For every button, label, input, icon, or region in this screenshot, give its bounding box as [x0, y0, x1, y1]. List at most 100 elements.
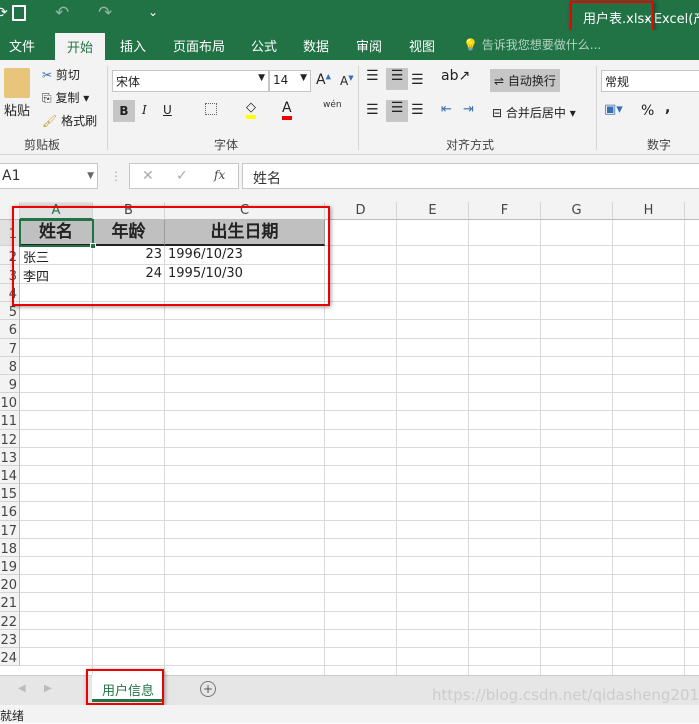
tab-view[interactable]: 视图	[409, 36, 435, 55]
row-header-23[interactable]: 23	[0, 629, 20, 648]
formula-bar-options-icon[interactable]: ⋮	[110, 169, 122, 183]
increase-indent-icon[interactable]: ⇥	[463, 102, 474, 117]
copy-label: 复制	[55, 91, 80, 105]
wrap-label: 自动换行	[507, 74, 556, 88]
accounting-format-icon[interactable]: ▣▾	[604, 102, 623, 117]
copy-icon: ⎘	[42, 91, 52, 105]
font-size-select[interactable]: 14 ▼	[269, 70, 311, 92]
row-header-7[interactable]: 7	[0, 338, 20, 357]
row-header-11[interactable]: 11	[0, 411, 20, 430]
tab-formulas[interactable]: 公式	[251, 36, 277, 55]
status-text: 就绪	[0, 709, 25, 723]
ribbon: 粘贴 ✂ 剪切 ⎘ 复制 ▾ 🖌 格式刷 剪贴板 宋体 ▼ 14 ▼ A▲ A▼ B…	[0, 60, 699, 155]
paste-button[interactable]: 粘贴	[4, 100, 30, 119]
align-left-icon[interactable]: ☰	[366, 102, 379, 118]
column-header-d[interactable]: D	[325, 202, 397, 220]
row-header-18[interactable]: 18	[0, 538, 20, 557]
column-header-g[interactable]: G	[541, 202, 613, 220]
row-header-22[interactable]: 22	[0, 611, 20, 630]
group-label-clipboard: 剪贴板	[24, 138, 61, 152]
tab-home[interactable]: 开始	[55, 33, 106, 60]
undo-icon[interactable]: ↶	[55, 3, 69, 23]
format-painter-button[interactable]: 🖌 格式刷	[42, 112, 97, 129]
cut-button[interactable]: ✂ 剪切	[42, 66, 80, 83]
brush-icon: 🖌	[42, 114, 58, 128]
formula-input[interactable]: 姓名	[242, 163, 699, 189]
column-header-f[interactable]: F	[469, 202, 541, 220]
font-color-icon[interactable]: A	[282, 100, 292, 120]
column-header-e[interactable]: E	[397, 202, 469, 220]
name-box[interactable]: A1 ▼	[0, 163, 98, 189]
copy-button[interactable]: ⎘ 复制 ▾	[42, 89, 89, 106]
row-header-8[interactable]: 8	[0, 356, 20, 375]
decrease-indent-icon[interactable]: ⇤	[441, 102, 452, 117]
format-painter-label: 格式刷	[61, 114, 98, 128]
row-header-20[interactable]: 20	[0, 575, 20, 594]
row-header-13[interactable]: 13	[0, 447, 20, 466]
shrink-font-icon[interactable]: A▼	[340, 74, 354, 88]
redo-icon[interactable]: ↷	[98, 3, 112, 23]
align-middle-icon[interactable]: ☰	[386, 68, 408, 90]
autosave-icon[interactable]: ⟳	[0, 5, 8, 21]
scroll-right-icon[interactable]: ▶	[44, 683, 52, 694]
percent-button[interactable]: %	[641, 103, 654, 119]
paste-icon[interactable]	[4, 68, 30, 98]
tab-page-layout[interactable]: 页面布局	[173, 36, 225, 55]
cancel-icon[interactable]: ✕	[142, 168, 154, 184]
insert-function-icon[interactable]: fx	[214, 168, 225, 182]
row-header-6[interactable]: 6	[0, 320, 20, 339]
cut-label: 剪切	[55, 68, 80, 82]
merge-center-button[interactable]: ⊟ 合并后居中 ▾	[492, 104, 576, 121]
scroll-left-icon[interactable]: ◀	[18, 683, 26, 694]
status-bar: 就绪	[0, 705, 699, 723]
tab-data[interactable]: 数据	[303, 36, 329, 55]
align-top-icon[interactable]: ☰	[366, 68, 379, 84]
number-format-select[interactable]: 常规	[601, 70, 699, 92]
row-header-24[interactable]: 24	[0, 648, 20, 667]
orientation-icon[interactable]: ab↗	[441, 68, 470, 84]
name-box-value: A1	[2, 168, 21, 184]
formula-buttons: ✕ ✓ fx	[129, 163, 239, 189]
tab-insert[interactable]: 插入	[120, 36, 146, 55]
fill-color-icon[interactable]: ◇	[246, 100, 256, 119]
tab-review[interactable]: 审阅	[356, 36, 382, 55]
wrap-text-button[interactable]: ⇌ 自动换行	[490, 69, 560, 92]
row-header-17[interactable]: 17	[0, 520, 20, 539]
align-center-icon[interactable]: ☰	[386, 100, 408, 122]
row-header-21[interactable]: 21	[0, 593, 20, 612]
comma-button[interactable]: ,	[665, 100, 670, 116]
align-right-icon[interactable]: ☰	[411, 102, 424, 118]
row-header-10[interactable]: 10	[0, 393, 20, 412]
font-name-select[interactable]: 宋体 ▼	[112, 70, 269, 92]
ribbon-tabs: 文件 开始 插入 页面布局 公式 数据 审阅 视图 💡 告诉我您想要做什么...	[0, 30, 699, 60]
add-sheet-icon[interactable]: +	[200, 681, 216, 697]
row-header-16[interactable]: 16	[0, 502, 20, 521]
underline-button[interactable]: U	[163, 103, 172, 117]
group-label-font: 字体	[214, 138, 239, 152]
formula-bar: A1 ▼ ⋮ ✕ ✓ fx 姓名	[0, 155, 699, 202]
font-name-value: 宋体	[116, 75, 141, 89]
row-header-15[interactable]: 15	[0, 484, 20, 503]
italic-button[interactable]: I	[142, 103, 147, 117]
grow-font-icon[interactable]: A▲	[316, 72, 331, 88]
tab-file[interactable]: 文件	[9, 36, 35, 55]
column-header[interactable]	[685, 202, 699, 220]
row-header-12[interactable]: 12	[0, 429, 20, 448]
tell-me-text: 告诉我您想要做什么...	[481, 38, 602, 52]
phonetic-icon[interactable]: wén	[323, 100, 342, 110]
watermark: https://blog.csdn.net/qidasheng2012	[432, 686, 699, 704]
align-bottom-icon[interactable]: ☰	[411, 72, 424, 88]
enter-icon[interactable]: ✓	[176, 168, 188, 184]
merge-icon: ⊟	[492, 106, 503, 120]
borders-icon[interactable]	[205, 103, 217, 115]
row-header-9[interactable]: 9	[0, 375, 20, 394]
customize-qat-icon[interactable]: ⌄	[148, 5, 158, 19]
row-header-14[interactable]: 14	[0, 466, 20, 485]
row-header-19[interactable]: 19	[0, 557, 20, 576]
column-header-h[interactable]: H	[613, 202, 685, 220]
font-size-value: 14	[273, 73, 289, 87]
save-icon[interactable]	[12, 5, 26, 21]
bold-button[interactable]: B	[113, 100, 135, 122]
merge-label: 合并后居中	[505, 106, 566, 120]
tell-me-search[interactable]: 💡 告诉我您想要做什么...	[463, 36, 601, 53]
